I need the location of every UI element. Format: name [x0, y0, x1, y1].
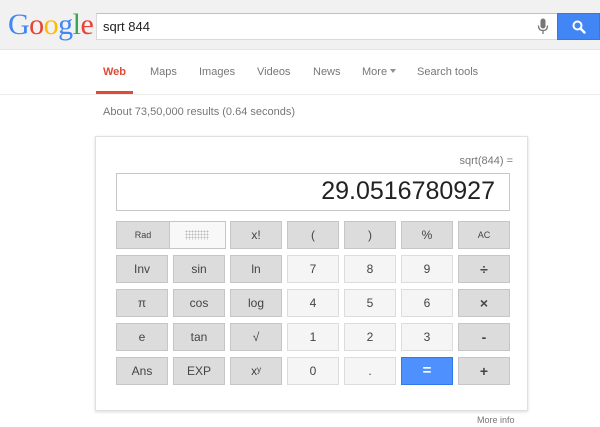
key-6[interactable]: 6: [401, 289, 453, 317]
logo-letter: o: [43, 8, 59, 41]
deg-button[interactable]: [170, 222, 225, 248]
key-log[interactable]: log: [230, 289, 282, 317]
key-decimal[interactable]: .: [344, 357, 396, 385]
key-0[interactable]: 0: [287, 357, 339, 385]
logo-letter: l: [72, 8, 81, 41]
key-3[interactable]: 3: [401, 323, 453, 351]
key-cos[interactable]: cos: [173, 289, 225, 317]
tab-videos[interactable]: Videos: [257, 66, 290, 78]
calculator-result: 29.0516780927: [321, 177, 495, 205]
tab-web[interactable]: Web: [103, 66, 126, 78]
key-pi[interactable]: π: [116, 289, 168, 317]
key-sqrt[interactable]: √: [230, 323, 282, 351]
key-1[interactable]: 1: [287, 323, 339, 351]
key-7[interactable]: 7: [287, 255, 339, 283]
key-ans[interactable]: Ans: [116, 357, 168, 385]
key-8[interactable]: 8: [344, 255, 396, 283]
microphone-icon[interactable]: [537, 18, 549, 35]
key-percent[interactable]: %: [401, 221, 453, 249]
key-power[interactable]: xʸ: [230, 357, 282, 385]
key-divide[interactable]: ÷: [458, 255, 510, 283]
search-button[interactable]: [557, 13, 600, 40]
key-ln[interactable]: ln: [230, 255, 282, 283]
key-multiply[interactable]: ×: [458, 289, 510, 317]
logo-letter: g: [58, 8, 73, 41]
logo-letter: G: [8, 8, 30, 41]
rad-button[interactable]: Rad: [117, 222, 170, 248]
key-equals[interactable]: =: [401, 357, 453, 385]
key-factorial[interactable]: x!: [230, 221, 282, 249]
logo-letter: o: [29, 8, 44, 41]
angle-mode-toggle: Rad: [116, 221, 226, 249]
calculator-display: 29.0516780927: [116, 173, 510, 211]
key-close-paren[interactable]: ): [344, 221, 396, 249]
key-add[interactable]: +: [458, 357, 510, 385]
key-5[interactable]: 5: [344, 289, 396, 317]
logo-letter: e: [80, 8, 94, 41]
tab-news[interactable]: News: [313, 66, 341, 78]
result-stats: About 73,50,000 results (0.64 seconds): [103, 106, 296, 118]
calculator-expression: sqrt(844) =: [459, 155, 514, 167]
key-subtract[interactable]: -: [458, 323, 510, 351]
active-tab-indicator: [96, 91, 133, 94]
search-input[interactable]: [103, 14, 523, 39]
search-icon: [572, 20, 586, 34]
key-open-paren[interactable]: (: [287, 221, 339, 249]
key-2[interactable]: 2: [344, 323, 396, 351]
key-inverse[interactable]: Inv: [116, 255, 168, 283]
search-box: [96, 13, 558, 40]
tab-more[interactable]: More: [362, 66, 397, 78]
key-4[interactable]: 4: [287, 289, 339, 317]
more-info-link[interactable]: More info: [477, 415, 515, 425]
key-sin[interactable]: sin: [173, 255, 225, 283]
tab-search-tools[interactable]: Search tools: [417, 66, 478, 78]
calculator: sqrt(844) = 29.0516780927 Rad x! ( ) % A…: [95, 136, 528, 411]
tab-maps[interactable]: Maps: [150, 66, 177, 78]
chevron-down-icon: [390, 69, 397, 74]
tab-more-label: More: [362, 66, 388, 78]
deg-label-blurred: [185, 230, 209, 240]
key-e[interactable]: e: [116, 323, 168, 351]
search-tabs: Web Maps Images Videos News More Search …: [0, 50, 600, 95]
key-all-clear[interactable]: AC: [458, 221, 510, 249]
tab-images[interactable]: Images: [199, 66, 235, 78]
header: Google: [0, 0, 600, 50]
key-tan[interactable]: tan: [173, 323, 225, 351]
google-logo[interactable]: Google: [8, 8, 94, 41]
key-exp[interactable]: EXP: [173, 357, 225, 385]
key-9[interactable]: 9: [401, 255, 453, 283]
